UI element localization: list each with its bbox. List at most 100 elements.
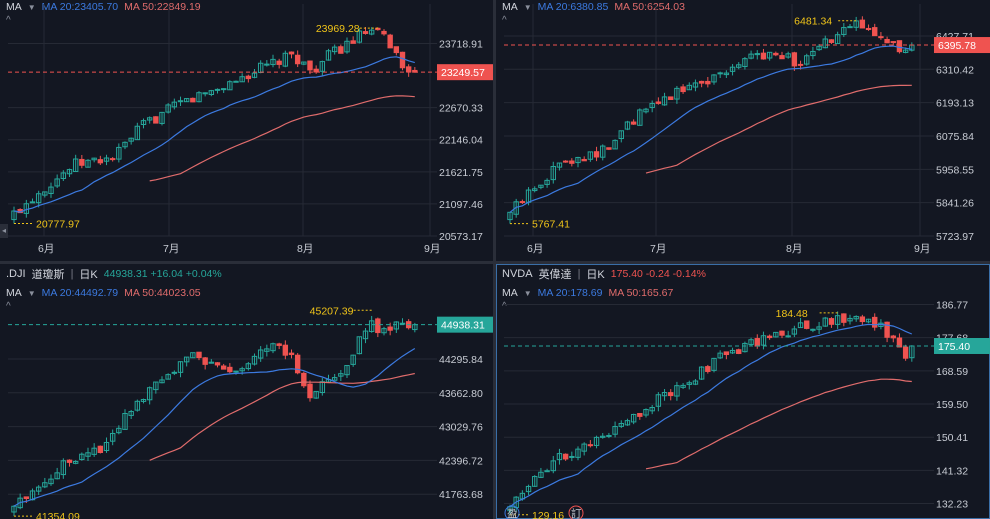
candle-down: [301, 372, 307, 387]
time-axis-label: 7月: [163, 243, 179, 255]
candle-down: [362, 31, 369, 34]
candle-down: [97, 445, 104, 453]
candle-down: [859, 316, 866, 323]
candle-down: [227, 366, 233, 373]
panel-divider-vertical[interactable]: [493, 0, 496, 519]
price-axis-label: 43029.76: [439, 422, 483, 434]
candle-down: [723, 351, 730, 356]
event-marker-label: 盈: [507, 508, 518, 519]
candle-down: [797, 63, 804, 66]
price-axis-label: 150.41: [936, 432, 968, 444]
grid-lines: [504, 4, 934, 237]
ma50-line: [645, 378, 912, 470]
candle-down: [804, 320, 810, 329]
price-axis-label: 5723.97: [936, 231, 974, 243]
candle-down: [655, 101, 662, 104]
candle-up: [847, 26, 853, 29]
candle-up: [544, 470, 550, 473]
candle-down: [562, 453, 569, 460]
candle-down: [773, 52, 779, 56]
candle-down: [307, 383, 313, 399]
price-axis-label: 42396.72: [439, 455, 483, 467]
time-axis-label: 6月: [38, 243, 54, 255]
candlestick-chart[interactable]: 6427.716310.426193.136075.845958.555841.…: [496, 0, 990, 261]
candle-down: [637, 412, 643, 417]
price-axis-label: 6310.42: [936, 64, 974, 76]
ma20-line: [509, 323, 913, 508]
last-price-label: 175.40: [938, 341, 970, 353]
candle-down: [779, 330, 785, 336]
price-axis-label: 141.32: [936, 465, 968, 477]
candle-up: [202, 92, 208, 95]
time-axis-label: 7月: [650, 243, 666, 255]
chart-panel-top-right[interactable]: MA ▼ MA 20:6380.85 MA 50:6254.03 ^ 6427.…: [496, 0, 990, 261]
chart-panel-bottom-left[interactable]: .DJI 道瓊斯 | 日K 44938.31 +16.04 +0.04% MA …: [0, 264, 493, 519]
candle-down: [562, 160, 569, 163]
candle-down: [841, 313, 847, 323]
price-axis-label: 20573.17: [439, 231, 483, 243]
price-axis-label: 43662.80: [439, 388, 483, 400]
candle-down: [828, 318, 835, 325]
candle-down: [387, 326, 393, 331]
scroll-left-icon[interactable]: ◂: [0, 224, 8, 238]
candles: [507, 311, 915, 515]
candle-down: [766, 335, 773, 339]
chart-panel-top-left[interactable]: MA ▼ MA 20:23405.70 MA 50:22849.19 ^ 237…: [0, 0, 493, 261]
candles: [11, 27, 418, 224]
candle-down: [668, 96, 674, 100]
candle-up: [717, 72, 723, 75]
candle-up: [233, 370, 239, 373]
candle-down: [214, 362, 221, 366]
price-axis-label: 132.23: [936, 499, 968, 511]
high-marker-label: 45207.39: [310, 305, 354, 317]
candle-down: [393, 46, 400, 54]
candle-down: [606, 147, 612, 150]
candle-up: [399, 322, 406, 325]
candle-down: [779, 55, 785, 60]
candle-down: [79, 158, 85, 166]
time-axis-label: 8月: [786, 243, 802, 255]
candle-down: [760, 52, 767, 60]
candle-down: [245, 75, 252, 80]
price-axis-label: 5958.55: [936, 164, 974, 176]
candle-down: [294, 54, 301, 65]
last-price-label: 6395.78: [938, 40, 976, 52]
price-axis-label: 168.59: [936, 366, 968, 378]
high-marker-label: 184.48: [776, 308, 808, 320]
candle-down: [902, 346, 909, 359]
candle-down: [680, 86, 686, 93]
candle-up: [233, 80, 239, 83]
ma20-line: [13, 56, 415, 213]
candle-down: [282, 344, 289, 356]
candle-down: [23, 496, 30, 499]
low-marker-label: 5767.41: [532, 219, 570, 231]
panel-divider-horizontal[interactable]: [0, 261, 990, 264]
candle-down: [288, 51, 295, 55]
grid-lines: [504, 303, 934, 505]
time-axis-label: 6月: [527, 243, 543, 255]
candle-down: [307, 60, 313, 71]
ma50-line: [645, 84, 912, 174]
candle-down: [896, 40, 903, 53]
candle-down: [66, 459, 73, 463]
candle-down: [399, 51, 406, 69]
last-price-label: 44938.31: [441, 320, 485, 332]
candle-down: [859, 19, 866, 29]
candle-up: [177, 100, 184, 103]
candle-down: [890, 41, 896, 44]
candle-down: [405, 66, 412, 73]
candle-up: [214, 88, 221, 91]
chart-panel-bottom-right[interactable]: NVDA 英偉達 | 日K 175.40 -0.24 -0.14% MA ▼ M…: [496, 264, 990, 519]
candlestick-chart[interactable]: 23718.91 22670.33 22146.04 21621.75 21097.46…: [0, 0, 493, 261]
candle-down: [338, 46, 344, 54]
candlestick-chart[interactable]: 186.77177.68168.59159.50150.41141.32132.…: [496, 264, 990, 519]
price-axis-label: 21621.75: [439, 167, 483, 179]
candle-down: [569, 160, 575, 164]
price-axis-label: 22670.33: [439, 103, 483, 115]
price-axis-label: 41763.68: [439, 489, 483, 501]
candle-down: [884, 38, 890, 44]
candle-down: [865, 27, 872, 31]
candle-down: [668, 392, 674, 397]
candlestick-chart[interactable]: 44295.84 43662.80 43029.76 42396.72 41763.68…: [0, 264, 493, 519]
candle-down: [196, 351, 202, 359]
